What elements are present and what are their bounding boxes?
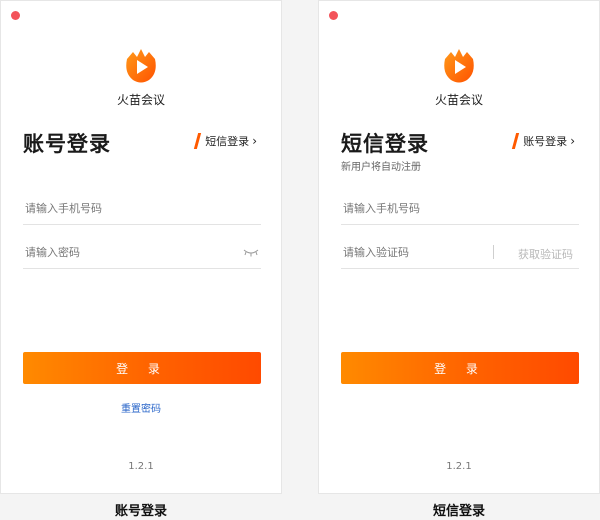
phone-field (341, 193, 579, 225)
page-title: 短信登录 (341, 132, 429, 156)
verification-code-field: 获取验证码 (341, 237, 579, 269)
phone-input[interactable] (23, 202, 261, 215)
app-name: 火苗会议 (116, 93, 165, 107)
verification-code-input[interactable] (341, 246, 481, 259)
phone-input[interactable] (341, 202, 579, 215)
auto-register-note: 新用户将自动注册 (341, 162, 421, 173)
login-button[interactable]: 登 录 (341, 352, 579, 384)
divider (493, 245, 494, 259)
chevron-right-icon: › (570, 134, 575, 148)
version-label: 1.2.1 (446, 461, 472, 472)
slash-accent (194, 133, 202, 149)
page-title: 账号登录 (23, 132, 111, 156)
eye-closed-icon[interactable] (243, 247, 259, 257)
switch-label: 短信登录 (205, 135, 250, 148)
switch-to-account-login-link[interactable]: 账号登录 › (512, 133, 575, 149)
reset-password-link[interactable]: 重置密码 (1, 400, 281, 415)
switch-to-sms-login-link[interactable]: 短信登录 › (194, 133, 257, 149)
account-login-caption: 账号登录 (114, 504, 167, 519)
password-field (23, 237, 261, 269)
account-login-window: 火苗会议 账号登录 短信登录 › 登 录 重置密码 1.2.1 (0, 0, 282, 494)
phone-field (23, 193, 261, 225)
sms-login-caption: 短信登录 (432, 504, 485, 519)
chevron-right-icon: › (252, 134, 257, 148)
app-name: 火苗会议 (434, 93, 483, 107)
flame-play-logo-icon (126, 49, 156, 83)
flame-play-logo-icon (444, 49, 474, 83)
slash-accent (512, 133, 520, 149)
password-input[interactable] (23, 246, 261, 259)
version-label: 1.2.1 (128, 461, 154, 472)
close-dot-icon[interactable] (11, 11, 20, 20)
login-button[interactable]: 登 录 (23, 352, 261, 384)
close-dot-icon[interactable] (329, 11, 338, 20)
sms-login-window: 火苗会议 短信登录 账号登录 › 新用户将自动注册 获取验证码 登 录 1.2.… (318, 0, 600, 494)
switch-label: 账号登录 (523, 135, 568, 148)
get-code-button[interactable]: 获取验证码 (518, 246, 573, 262)
